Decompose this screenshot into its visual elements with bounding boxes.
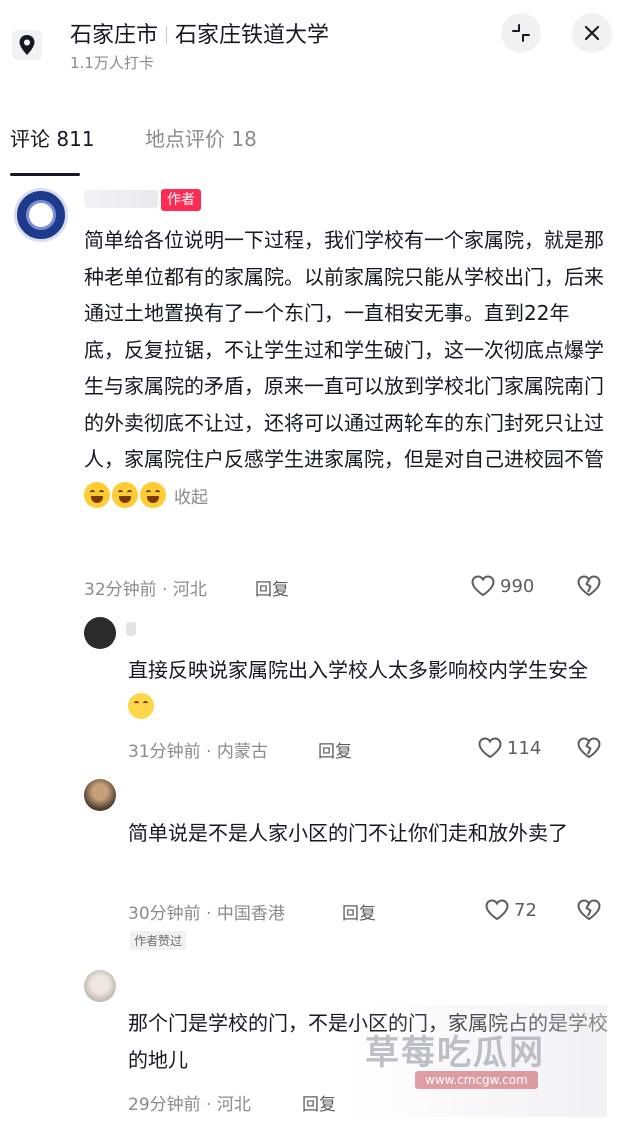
heart-icon — [478, 737, 502, 759]
city-name: 石家庄市 — [70, 23, 159, 48]
main-like-button[interactable]: 990 — [470, 574, 534, 598]
reply-button[interactable]: 回复 — [302, 1090, 336, 1115]
active-tab-indicator — [10, 173, 80, 176]
broken-heart-icon — [577, 737, 601, 759]
close-button[interactable] — [572, 13, 612, 53]
site-watermark: 草莓吃瓜网 www.cmcgw.com — [345, 1005, 607, 1117]
main-comment-body: 简单给各位说明一下过程，我们学校有一个家属院，就是那种老单位都有的家属院。以前家… — [84, 228, 604, 471]
broken-heart-icon — [577, 899, 601, 921]
reply-like-count: 72 — [514, 899, 537, 921]
reply-dislike-button[interactable] — [576, 736, 602, 764]
university-logo — [26, 200, 56, 230]
reply-name-redacted — [126, 622, 136, 636]
reply-meta: 29分钟前 · 河北 — [128, 1095, 251, 1115]
main-comment-meta: 32分钟前 · 河北 — [84, 580, 207, 600]
main-dislike-button[interactable] — [576, 574, 602, 602]
heart-icon — [471, 575, 495, 597]
reply-text: 简单说是不是人家小区的门不让你们走和放外卖了 — [128, 821, 568, 845]
reply-like-button[interactable]: 114 — [477, 736, 541, 760]
reply-like-button[interactable]: 72 — [484, 898, 537, 922]
location-header: 石家庄市 石家庄铁道大学 1.1万人打卡 — [0, 0, 619, 86]
collapse-arrows-icon — [512, 24, 530, 42]
main-reply-button[interactable]: 回复 — [255, 575, 289, 600]
comment-tabs: 评论 811 地点评价 18 — [0, 118, 619, 178]
author-name-redacted — [84, 190, 158, 208]
laugh-cry-emoji-icon — [140, 481, 166, 508]
collapse-button[interactable] — [501, 13, 541, 53]
laugh-cry-emoji-icon — [112, 481, 138, 508]
reply-avatar[interactable] — [84, 970, 116, 1002]
author-liked-badge: 作者赞过 — [130, 931, 187, 950]
location-pin-icon — [12, 30, 42, 60]
close-icon — [584, 25, 600, 41]
reply-avatar[interactable] — [84, 779, 116, 811]
heart-icon — [485, 899, 509, 921]
checkin-count: 1.1万人打卡 — [70, 54, 154, 72]
reply-meta: 31分钟前 · 内蒙古 — [128, 742, 268, 762]
reply-button[interactable]: 回复 — [318, 737, 352, 762]
tab-place-reviews[interactable]: 地点评价 18 — [145, 123, 257, 152]
laugh-cry-emoji-icon — [84, 481, 110, 508]
location-title[interactable]: 石家庄市 石家庄铁道大学 — [70, 17, 329, 49]
author-avatar[interactable] — [14, 188, 68, 242]
collapse-text-link[interactable]: 收起 — [174, 488, 208, 508]
broken-heart-icon — [577, 575, 601, 597]
reply-button[interactable]: 回复 — [342, 899, 376, 924]
reply-avatar[interactable] — [84, 617, 116, 649]
place-name: 石家庄铁道大学 — [175, 23, 330, 48]
reply-text: 直接反映说家属院出入学校人太多影响校内学生安全 — [128, 652, 608, 725]
main-comment-text: 简单给各位说明一下过程，我们学校有一个家属院，就是那种老单位都有的家属院。以前家… — [84, 222, 606, 516]
watermark-url: www.cmcgw.com — [415, 1071, 538, 1089]
reply-meta: 30分钟前 · 中国香港 — [128, 904, 285, 924]
title-divider — [166, 26, 168, 44]
main-like-count: 990 — [500, 575, 535, 597]
reply-dislike-button[interactable] — [576, 898, 602, 926]
tab-comments[interactable]: 评论 811 — [10, 123, 95, 152]
eye-roll-emoji-icon — [128, 692, 154, 719]
watermark-text: 草莓吃瓜网 — [365, 1033, 545, 1073]
author-badge: 作者 — [161, 189, 201, 211]
reply-like-count: 114 — [507, 737, 542, 759]
reply-body: 直接反映说家属院出入学校人太多影响校内学生安全 — [128, 658, 588, 682]
